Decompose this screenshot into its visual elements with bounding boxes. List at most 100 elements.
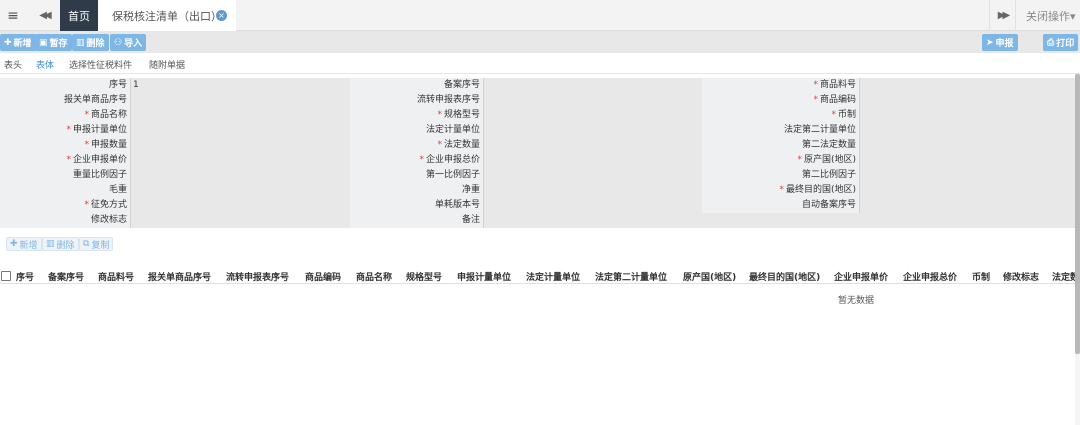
- field-label: * 申报数量: [0, 138, 130, 153]
- required-asterisk: *: [84, 200, 89, 210]
- column-header[interactable]: 申报计量单位: [457, 270, 511, 283]
- required-asterisk: *: [831, 110, 836, 120]
- field-input[interactable]: [859, 168, 1075, 183]
- field-input[interactable]: [483, 168, 702, 183]
- field-label: * 法定数量: [350, 138, 483, 153]
- detail-add-button[interactable]: ✚ 新增: [6, 237, 42, 251]
- toolbar: ✚ 新增 ▣ 暂存 ▥ 删除 ⚇ 导入 ➤ 申报 ⎙ 打印: [0, 31, 1080, 53]
- required-asterisk: *: [797, 155, 802, 165]
- form-row: * 征免方式 单耗版本号 自动备案序号: [0, 198, 1075, 213]
- save-draft-button[interactable]: ▣ 暂存: [35, 34, 72, 51]
- tab-header[interactable]: 表头: [4, 58, 22, 71]
- field-input[interactable]: [483, 108, 702, 123]
- field-label: 法定第二计量单位: [702, 123, 859, 138]
- tab-bonded-checklist-export[interactable]: 保税核注清单（出口） ×: [98, 0, 236, 31]
- field-input[interactable]: [483, 213, 1075, 228]
- column-header[interactable]: 修改标志: [1003, 270, 1039, 283]
- field-label: * 规格型号: [350, 108, 483, 123]
- field-input[interactable]: [483, 183, 702, 198]
- required-asterisk: *: [84, 110, 89, 120]
- field-input[interactable]: [483, 138, 702, 153]
- column-header[interactable]: 币制: [972, 270, 990, 283]
- field-label: * 企业申报单价: [0, 153, 130, 168]
- column-header[interactable]: 商品料号: [98, 270, 134, 283]
- field-input[interactable]: [859, 123, 1075, 138]
- required-asterisk: *: [419, 155, 424, 165]
- required-asterisk: *: [84, 140, 89, 150]
- field-label: * 征免方式: [0, 198, 130, 213]
- required-asterisk: *: [813, 80, 818, 90]
- import-button[interactable]: ⚇ 导入: [110, 34, 147, 51]
- menu-icon[interactable]: ≡: [0, 0, 26, 31]
- field-input[interactable]: [130, 168, 350, 183]
- select-all-checkbox[interactable]: [1, 271, 11, 281]
- scroll-tabs-right-icon[interactable]: ▶▶: [989, 0, 1015, 31]
- field-input[interactable]: 1: [130, 78, 350, 93]
- scrollbar-thumb[interactable]: [1075, 74, 1080, 354]
- delete-button[interactable]: ▥ 删除: [72, 34, 109, 51]
- column-header[interactable]: 规格型号: [406, 270, 442, 283]
- field-input[interactable]: [483, 93, 702, 108]
- field-input[interactable]: [130, 153, 350, 168]
- close-operations-dropdown[interactable]: 关闭操作▾: [1015, 0, 1080, 31]
- field-label: 单耗版本号: [350, 198, 483, 213]
- print-button[interactable]: ⎙ 打印: [1043, 34, 1079, 51]
- field-input[interactable]: [130, 183, 350, 198]
- field-input[interactable]: [859, 153, 1075, 168]
- field-input[interactable]: [859, 138, 1075, 153]
- column-header[interactable]: 报关单商品序号: [148, 270, 211, 283]
- field-label: 报关单商品序号: [0, 93, 130, 108]
- field-input[interactable]: [130, 198, 350, 213]
- close-icon[interactable]: ×: [216, 10, 227, 21]
- column-header[interactable]: 商品编码: [305, 270, 341, 283]
- field-label: * 申报计量单位: [0, 123, 130, 138]
- field-input[interactable]: [130, 108, 350, 123]
- field-input[interactable]: [483, 78, 702, 93]
- tab-home[interactable]: 首页: [60, 0, 98, 31]
- field-label: 流转申报表序号: [350, 93, 483, 108]
- field-label: 净重: [350, 183, 483, 198]
- column-header[interactable]: 最终目的国(地区): [749, 270, 820, 283]
- field-label: 自动备案序号: [702, 198, 859, 213]
- field-input[interactable]: [130, 213, 350, 228]
- trash-icon: ▥: [46, 239, 55, 249]
- tab-selective-tax-materials[interactable]: 选择性征税料件: [69, 58, 132, 71]
- field-label: * 商品编码: [702, 93, 859, 108]
- column-header[interactable]: 序号: [16, 270, 34, 283]
- tab-body[interactable]: 表体: [36, 58, 54, 71]
- column-header[interactable]: 法定第二计量单位: [595, 270, 667, 283]
- field-input[interactable]: [859, 183, 1075, 198]
- declare-button[interactable]: ➤ 申报: [982, 34, 1018, 51]
- field-label: * 币制: [702, 108, 859, 123]
- field-input[interactable]: [859, 93, 1075, 108]
- column-header[interactable]: 流转申报表序号: [226, 270, 289, 283]
- field-label: 毛重: [0, 183, 130, 198]
- tab-attached-documents[interactable]: 随附单据: [149, 58, 185, 71]
- column-header[interactable]: 企业申报单价: [834, 270, 888, 283]
- top-tab-bar: ≡ ◀◀ 首页 保税核注清单（出口） × ▶▶ 关闭操作▾: [0, 0, 1080, 31]
- column-header[interactable]: 原产国(地区): [683, 270, 736, 283]
- items-table-header: 序号 备案序号 商品料号 报关单商品序号 流转申报表序号 商品编码 商品名称 规格型号 申报计量…: [0, 268, 1080, 284]
- field-input[interactable]: [483, 153, 702, 168]
- form-tabs: 表头 表体 选择性征税料件 随附单据: [0, 53, 1080, 74]
- field-input[interactable]: [859, 78, 1075, 93]
- column-header[interactable]: 备案序号: [48, 270, 84, 283]
- field-input[interactable]: [483, 123, 702, 138]
- field-input[interactable]: [859, 108, 1075, 123]
- column-header[interactable]: 法定计量单位: [526, 270, 580, 283]
- field-input[interactable]: [859, 198, 1075, 213]
- field-input[interactable]: [130, 123, 350, 138]
- column-header[interactable]: 商品名称: [356, 270, 392, 283]
- column-header[interactable]: 企业申报总价: [903, 270, 957, 283]
- add-button[interactable]: ✚ 新增: [0, 34, 36, 51]
- field-label: 序号: [0, 78, 130, 93]
- detail-copy-button[interactable]: ⧉ 复制: [79, 237, 114, 251]
- field-label: * 商品名称: [0, 108, 130, 123]
- field-input[interactable]: [130, 138, 350, 153]
- required-asterisk: *: [437, 140, 442, 150]
- scroll-tabs-left-icon[interactable]: ◀◀: [30, 0, 58, 31]
- field-label: 第一比例因子: [350, 168, 483, 183]
- field-input[interactable]: [130, 93, 350, 108]
- detail-delete-button[interactable]: ▥ 删除: [42, 237, 79, 251]
- field-input[interactable]: [483, 198, 702, 213]
